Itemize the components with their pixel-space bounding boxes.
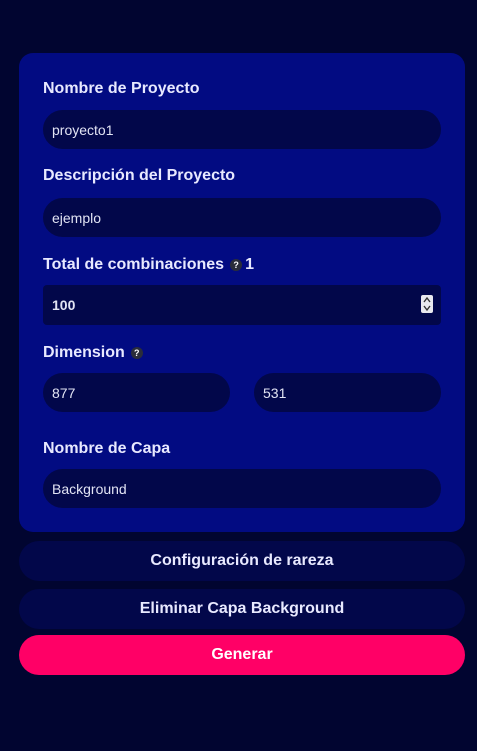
total-combinations-label: Total de combinaciones ? 1 — [43, 256, 254, 274]
total-combinations-input[interactable]: 100 — [43, 285, 441, 325]
total-combinations-value: 100 — [52, 297, 76, 313]
layer-name-label: Nombre de Capa — [43, 440, 170, 458]
project-description-label-text: Descripción del Proyecto — [43, 167, 236, 184]
project-form-panel: Nombre de Proyecto proyecto1 Descripción… — [19, 53, 465, 532]
dimension-label: Dimension ? — [43, 344, 143, 362]
chevron-down-icon[interactable] — [422, 304, 432, 312]
project-name-input[interactable]: proyecto1 — [43, 110, 441, 149]
project-name-label-text: Nombre de Proyecto — [43, 80, 200, 97]
project-description-input[interactable]: ejemplo — [43, 198, 441, 237]
total-combinations-suffix: 1 — [245, 256, 254, 273]
project-description-label: Descripción del Proyecto — [43, 167, 235, 185]
project-name-value: proyecto1 — [52, 121, 114, 138]
rarity-config-button[interactable]: Configuración de rareza — [19, 541, 465, 581]
dimension-width-value: 877 — [52, 384, 76, 401]
question-icon[interactable]: ? — [230, 259, 243, 271]
generate-label: Generar — [211, 646, 273, 663]
rarity-config-label: Configuración de rareza — [150, 552, 334, 569]
dimension-label-text: Dimension — [43, 344, 125, 361]
total-combinations-label-text: Total de combinaciones — [43, 256, 225, 273]
dimension-height-value: 531 — [263, 384, 287, 401]
layer-name-input[interactable]: Background — [43, 469, 441, 508]
dimension-height-input[interactable]: 531 — [254, 373, 441, 412]
project-description-value: ejemplo — [52, 209, 102, 226]
delete-layer-button[interactable]: Eliminar Capa Background — [19, 589, 465, 629]
layer-name-label-text: Nombre de Capa — [43, 440, 171, 457]
project-name-label: Nombre de Proyecto — [43, 80, 199, 98]
chevron-up-icon[interactable] — [422, 296, 432, 304]
question-icon[interactable]: ? — [130, 347, 143, 359]
delete-layer-label: Eliminar Capa Background — [139, 600, 345, 617]
generate-button[interactable]: Generar — [19, 635, 465, 675]
dimension-width-input[interactable]: 877 — [43, 373, 230, 412]
layer-name-value: Background — [52, 480, 127, 497]
number-spinner[interactable] — [421, 295, 433, 313]
